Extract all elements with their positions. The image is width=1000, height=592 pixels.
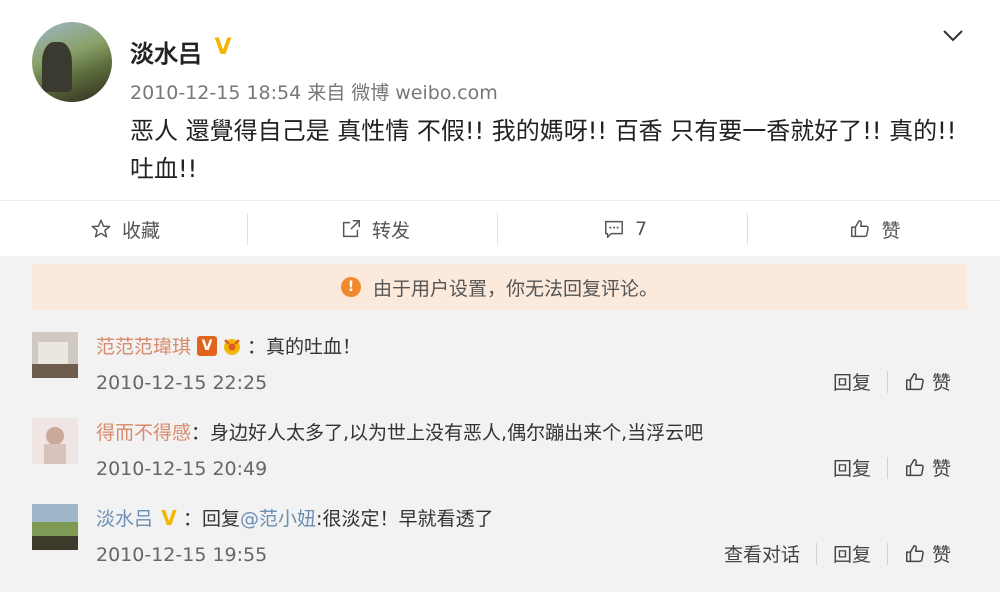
chevron-down-icon[interactable] (942, 28, 964, 44)
reply-button[interactable]: 回复 (817, 454, 887, 481)
divider (247, 213, 248, 245)
comment-actions: 查看对话 回复 赞 (708, 540, 967, 567)
like-label: 赞 (931, 458, 951, 480)
comment-like-button[interactable]: 赞 (888, 454, 967, 481)
comment-button[interactable]: 7 (500, 201, 750, 257)
comment-body: 范范范瑋琪 V ：真的吐血！ (96, 332, 361, 359)
reply-button[interactable]: 回复 (817, 368, 887, 395)
post-content: 恶人 還覺得自己是 真性情 不假!! 我的媽呀!! 百香 只有要一香就好了!! … (130, 117, 957, 183)
verified-badge-icon: V (197, 335, 218, 356)
thumbs-up-icon (906, 458, 924, 476)
view-conversation-label: 查看对话 (723, 544, 800, 566)
mention-link[interactable]: @范小妞 (240, 504, 316, 531)
favorite-button[interactable]: 收藏 (0, 201, 250, 257)
post-source-app[interactable]: 微博 (351, 82, 389, 104)
comment-item: 范范范瑋琪 V ：真的吐血！ 2010-12-15 22:25 回复 赞 (32, 324, 967, 411)
commenter-avatar[interactable] (32, 332, 78, 378)
weibo-post: 淡水吕 V 2010-12-15 18:54 来自 微博 weibo.com 恶人 還… (0, 0, 1000, 200)
comment-actions: 回复 赞 (817, 454, 967, 481)
notice-text: 由于用户设置，你无法回复评论。 (372, 277, 658, 300)
share-icon (342, 220, 360, 238)
post-meta: 2010-12-15 18:54 来自 微博 weibo.com (130, 78, 504, 105)
view-conversation-button[interactable]: 查看对话 (708, 540, 816, 567)
comment-like-button[interactable]: 赞 (888, 368, 967, 395)
repost-button[interactable]: 转发 (250, 201, 500, 257)
comment-text: ：身边好人太多了,以为世上没有恶人,偶尔蹦出来个,当浮云吧 (191, 422, 704, 444)
reply-label: 回复 (832, 458, 871, 480)
comments-section: ! 由于用户设置，你无法回复评论。 范范范瑋琪 V ：真的吐血！ 2010-12… (0, 256, 1000, 592)
like-label: 赞 (931, 372, 951, 394)
divider (747, 213, 748, 245)
commenter-avatar[interactable] (32, 418, 78, 464)
post-timestamp: 2010-12-15 18:54 (130, 82, 302, 104)
comment-time: 2010-12-15 19:55 (96, 544, 268, 566)
repost-label: 转发 (371, 219, 410, 242)
thumbs-up-icon (906, 372, 924, 390)
comment-time: 2010-12-15 22:25 (96, 372, 268, 394)
commenter-name[interactable]: 得而不得感 (96, 418, 191, 445)
comment-body: 淡水吕 V ：回复 @范小妞 :很淡定！早就看透了 (96, 504, 493, 531)
verified-badge-icon: V (161, 505, 177, 530)
comment-time: 2010-12-15 20:49 (96, 458, 268, 480)
thumbs-up-icon (906, 544, 924, 562)
comment-like-button[interactable]: 赞 (888, 540, 967, 567)
reply-label: 回复 (832, 544, 871, 566)
comment-item: 得而不得感 ：身边好人太多了,以为世上没有恶人,偶尔蹦出来个,当浮云吧 2010… (32, 410, 967, 497)
comment-body: 得而不得感 ：身边好人太多了,以为世上没有恶人,偶尔蹦出来个,当浮云吧 (96, 418, 703, 445)
reply-button[interactable]: 回复 (817, 540, 887, 567)
reply-disabled-notice: ! 由于用户设置，你无法回复评论。 (32, 264, 967, 310)
like-button[interactable]: 赞 (750, 201, 1000, 257)
comment-count: 7 (634, 218, 648, 240)
author-name[interactable]: 淡水吕 (130, 34, 202, 69)
comment-item: 淡水吕 V ：回复 @范小妞 :很淡定！早就看透了 2010-12-15 19:… (32, 496, 967, 582)
verified-badge-icon: V (214, 35, 232, 60)
favorite-label: 收藏 (121, 219, 160, 242)
comment-text: :很淡定！早就看透了 (316, 508, 494, 530)
warning-icon: ! (340, 277, 361, 297)
post-source-prefix: 来自 (307, 82, 346, 104)
author-avatar[interactable] (32, 22, 112, 102)
comment-icon (604, 220, 623, 238)
commenter-name[interactable]: 范范范瑋琪 (96, 332, 191, 359)
reply-prefix: ：回复 (183, 508, 241, 530)
comment-actions: 回复 赞 (817, 368, 967, 395)
post-source-site[interactable]: weibo.com (395, 82, 497, 104)
like-label: 赞 (881, 219, 901, 242)
post-action-bar: 收藏 转发 7 赞 (0, 200, 1000, 257)
like-label: 赞 (931, 544, 951, 566)
commenter-name[interactable]: 淡水吕 (96, 504, 153, 531)
reply-label: 回复 (832, 372, 871, 394)
commenter-avatar[interactable] (32, 504, 78, 550)
star-icon (91, 219, 111, 238)
comment-text: ：真的吐血！ (247, 336, 362, 358)
divider (497, 213, 498, 245)
medal-icon (224, 338, 241, 355)
thumbs-up-icon (851, 220, 870, 238)
